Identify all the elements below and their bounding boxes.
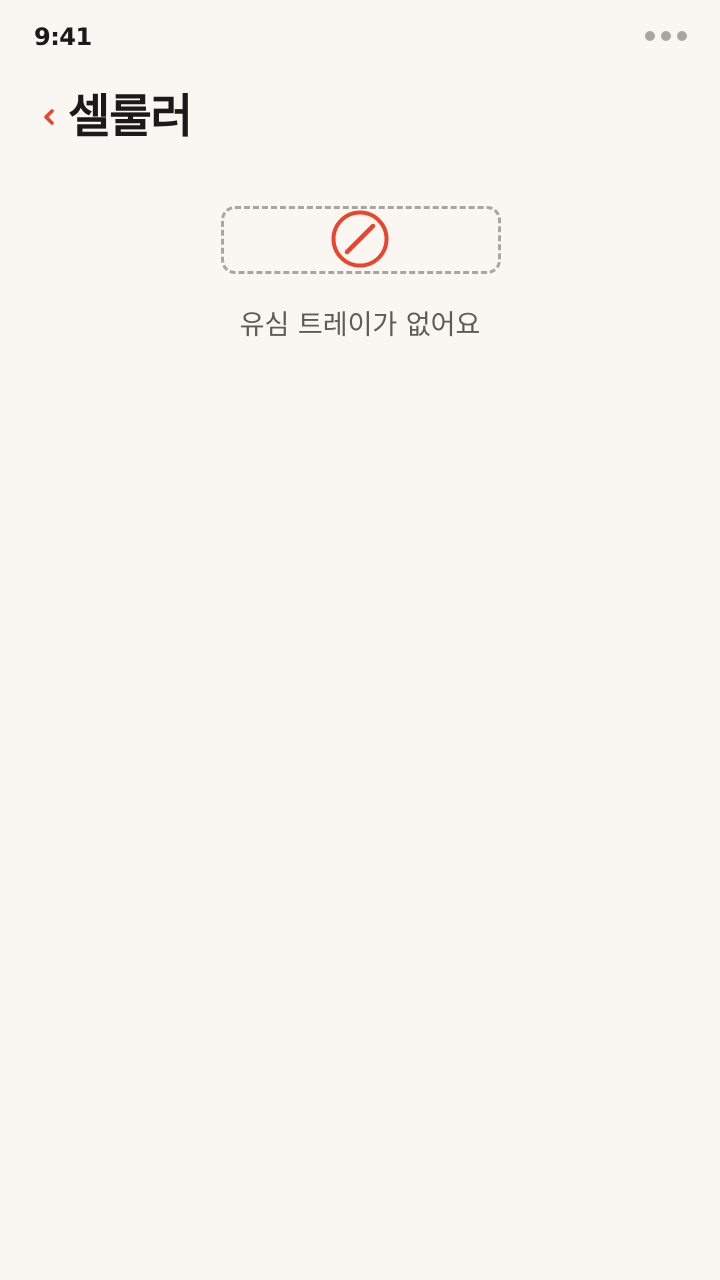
dot	[645, 31, 655, 41]
dot	[677, 31, 687, 41]
more-dots-icon[interactable]	[645, 31, 687, 41]
back-button[interactable]	[40, 106, 60, 128]
page-title: 셀룰러	[68, 89, 193, 143]
status-time: 9:41	[34, 23, 92, 51]
no-sim-prohibited-icon	[331, 210, 389, 268]
dot	[661, 31, 671, 41]
chevron-left-icon	[44, 109, 54, 125]
empty-state-message: 유심 트레이가 없어요	[239, 310, 481, 341]
